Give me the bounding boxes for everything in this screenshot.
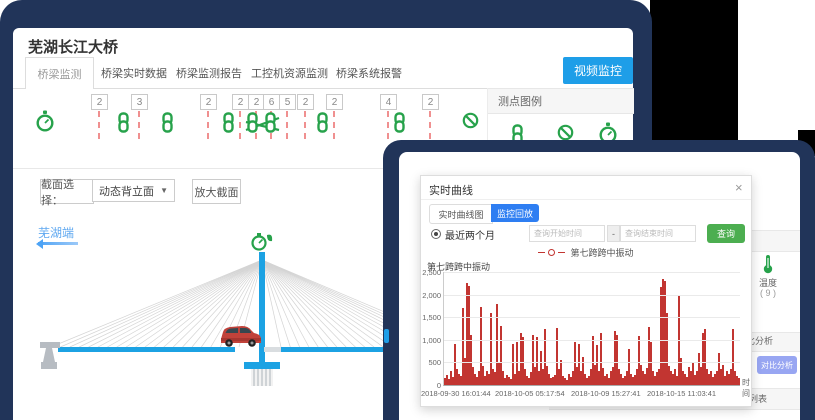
- chart-legend[interactable]: 第七跨跨中振动: [421, 246, 751, 258]
- car: [221, 326, 261, 347]
- y-tick-label: 2,000: [413, 291, 441, 300]
- chain-icon[interactable]: [316, 112, 329, 138]
- pier-column: [251, 369, 273, 386]
- chart-bars: [444, 272, 740, 385]
- video-monitor-button[interactable]: 视频监控: [563, 57, 633, 84]
- chain-icon[interactable]: [222, 112, 235, 138]
- radio-label: 最近两个月: [445, 227, 495, 242]
- sensor-dashed-line: [98, 111, 100, 139]
- sensor-dashed-line: [333, 111, 335, 139]
- section-select[interactable]: 动态背立面 ▼: [92, 179, 175, 202]
- sensor-dashed-line: [304, 111, 306, 139]
- caret-down-icon: ▼: [160, 186, 168, 195]
- page-title: 芜湖长江大桥: [28, 36, 118, 57]
- sensor-count-badge: 3: [131, 94, 148, 110]
- tower-gauge-icon[interactable]: [253, 233, 273, 250]
- legend-panel-title: 测点图例: [498, 93, 542, 109]
- section-select-label: 截面选择：: [40, 179, 94, 204]
- last-two-months-radio[interactable]: [431, 229, 441, 239]
- legend-label: 第七跨跨中振动: [570, 246, 633, 259]
- x-tick-label: 2018-10-09 15:27:41: [571, 389, 641, 398]
- sensor-count-badge: 4: [380, 94, 397, 110]
- tab-ipc-resource[interactable]: 工控机资源监测: [251, 65, 328, 81]
- temperature-count: ( 9 ): [754, 288, 782, 298]
- gridline: [444, 340, 740, 341]
- sensor-count-badge: 2: [297, 94, 314, 110]
- sensor-dashed-line: [138, 111, 140, 139]
- chain-icon[interactable]: [264, 112, 277, 138]
- tab-label: 桥梁监测: [38, 66, 82, 82]
- bridge-abutment: [40, 342, 60, 369]
- gridline: [444, 362, 740, 363]
- chain-icon[interactable]: [161, 112, 174, 138]
- tab-bridge-monitor[interactable]: 桥梁监测: [25, 57, 94, 89]
- desktop-black-band: [650, 0, 738, 162]
- sensor-dashed-line: [207, 111, 209, 139]
- close-icon[interactable]: ×: [735, 180, 743, 195]
- y-tick-label: 500: [413, 358, 441, 367]
- chart-bar: [738, 378, 740, 385]
- chart-plot: 2,5002,0001,5001,0005000: [443, 272, 740, 386]
- chain-icon[interactable]: [393, 112, 406, 138]
- tab-realtime-curve[interactable]: 实时曲线图: [429, 204, 493, 224]
- x-tick-label: 2018-09-30 16:01:44: [421, 389, 491, 398]
- tab-monitor-playback[interactable]: 监控回放: [491, 204, 539, 222]
- gridline: [444, 295, 740, 296]
- x-axis-name: 时间: [742, 377, 751, 399]
- section-select-value: 动态背立面: [99, 183, 154, 199]
- sensor-count-badge: 2: [200, 94, 217, 110]
- sensor-count-badge: 6: [263, 94, 280, 110]
- dialog-title: 实时曲线: [429, 182, 473, 198]
- bridge-deck-left: [58, 347, 235, 352]
- gridline: [444, 272, 740, 273]
- legend-line-icon: [538, 252, 545, 253]
- input-separator: -: [607, 225, 620, 242]
- sensor-dashed-line: [239, 111, 241, 139]
- chain-icon[interactable]: [117, 112, 130, 138]
- compare-button[interactable]: 对比分析: [757, 356, 797, 374]
- screenshot-stage: 芜湖长江大桥 桥梁监测 桥梁实时数据 桥梁监测报告 工控机资源监测 桥梁系统报警…: [0, 0, 815, 420]
- chain-icon[interactable]: [246, 112, 259, 138]
- tab-realtime-data[interactable]: 桥梁实时数据: [101, 65, 167, 81]
- gauge-icon[interactable]: [35, 110, 55, 137]
- tab-monitor-report[interactable]: 桥梁监测报告: [176, 65, 242, 81]
- query-button[interactable]: 查询: [707, 224, 745, 243]
- zoom-section-button[interactable]: 放大截面: [192, 179, 241, 204]
- sensor-dashed-line: [286, 111, 288, 139]
- scrollbar-thumb[interactable]: [384, 329, 389, 343]
- ban-icon[interactable]: [462, 112, 479, 134]
- legend-line-icon: [558, 252, 565, 253]
- x-tick-label: 2018-10-15 11:03:41: [647, 389, 716, 398]
- sensor-count-badge: 5: [279, 94, 296, 110]
- popup-window: 测点图例 温度 ( 9 ) 对比分析 对比分析 振动测点列表 实时曲线 × 实时…: [399, 152, 800, 420]
- bridge-deck-joint: [264, 347, 281, 352]
- legend-marker-icon: [548, 249, 555, 256]
- sensor-count-badge: 2: [232, 94, 249, 110]
- sensor-count-badge: 2: [91, 94, 108, 110]
- realtime-curve-dialog: 实时曲线 × 实时曲线图 监控回放 最近两个月 - 查询 第七跨跨中振动 第七跨…: [420, 175, 752, 407]
- popup-frame: 测点图例 温度 ( 9 ) 对比分析 对比分析 振动测点列表 实时曲线 × 实时…: [383, 140, 815, 420]
- end-time-input[interactable]: [620, 225, 696, 242]
- sensor-count-badge: 2: [326, 94, 343, 110]
- gridline: [444, 317, 740, 318]
- pier-cap: [244, 362, 280, 369]
- tab-system-alarm[interactable]: 桥梁系统报警: [336, 65, 402, 81]
- y-tick-label: 2,500: [413, 268, 441, 277]
- start-time-input[interactable]: [529, 225, 605, 242]
- sensor-dashed-line: [429, 111, 431, 139]
- sensor-count-badge: 2: [422, 94, 439, 110]
- sensor-dashed-line: [387, 111, 389, 139]
- y-tick-label: 1,500: [413, 313, 441, 322]
- x-tick-label: 2018-10-05 05:17:54: [495, 389, 565, 398]
- y-tick-label: 1,000: [413, 336, 441, 345]
- legend-panel-header: 测点图例: [488, 88, 634, 114]
